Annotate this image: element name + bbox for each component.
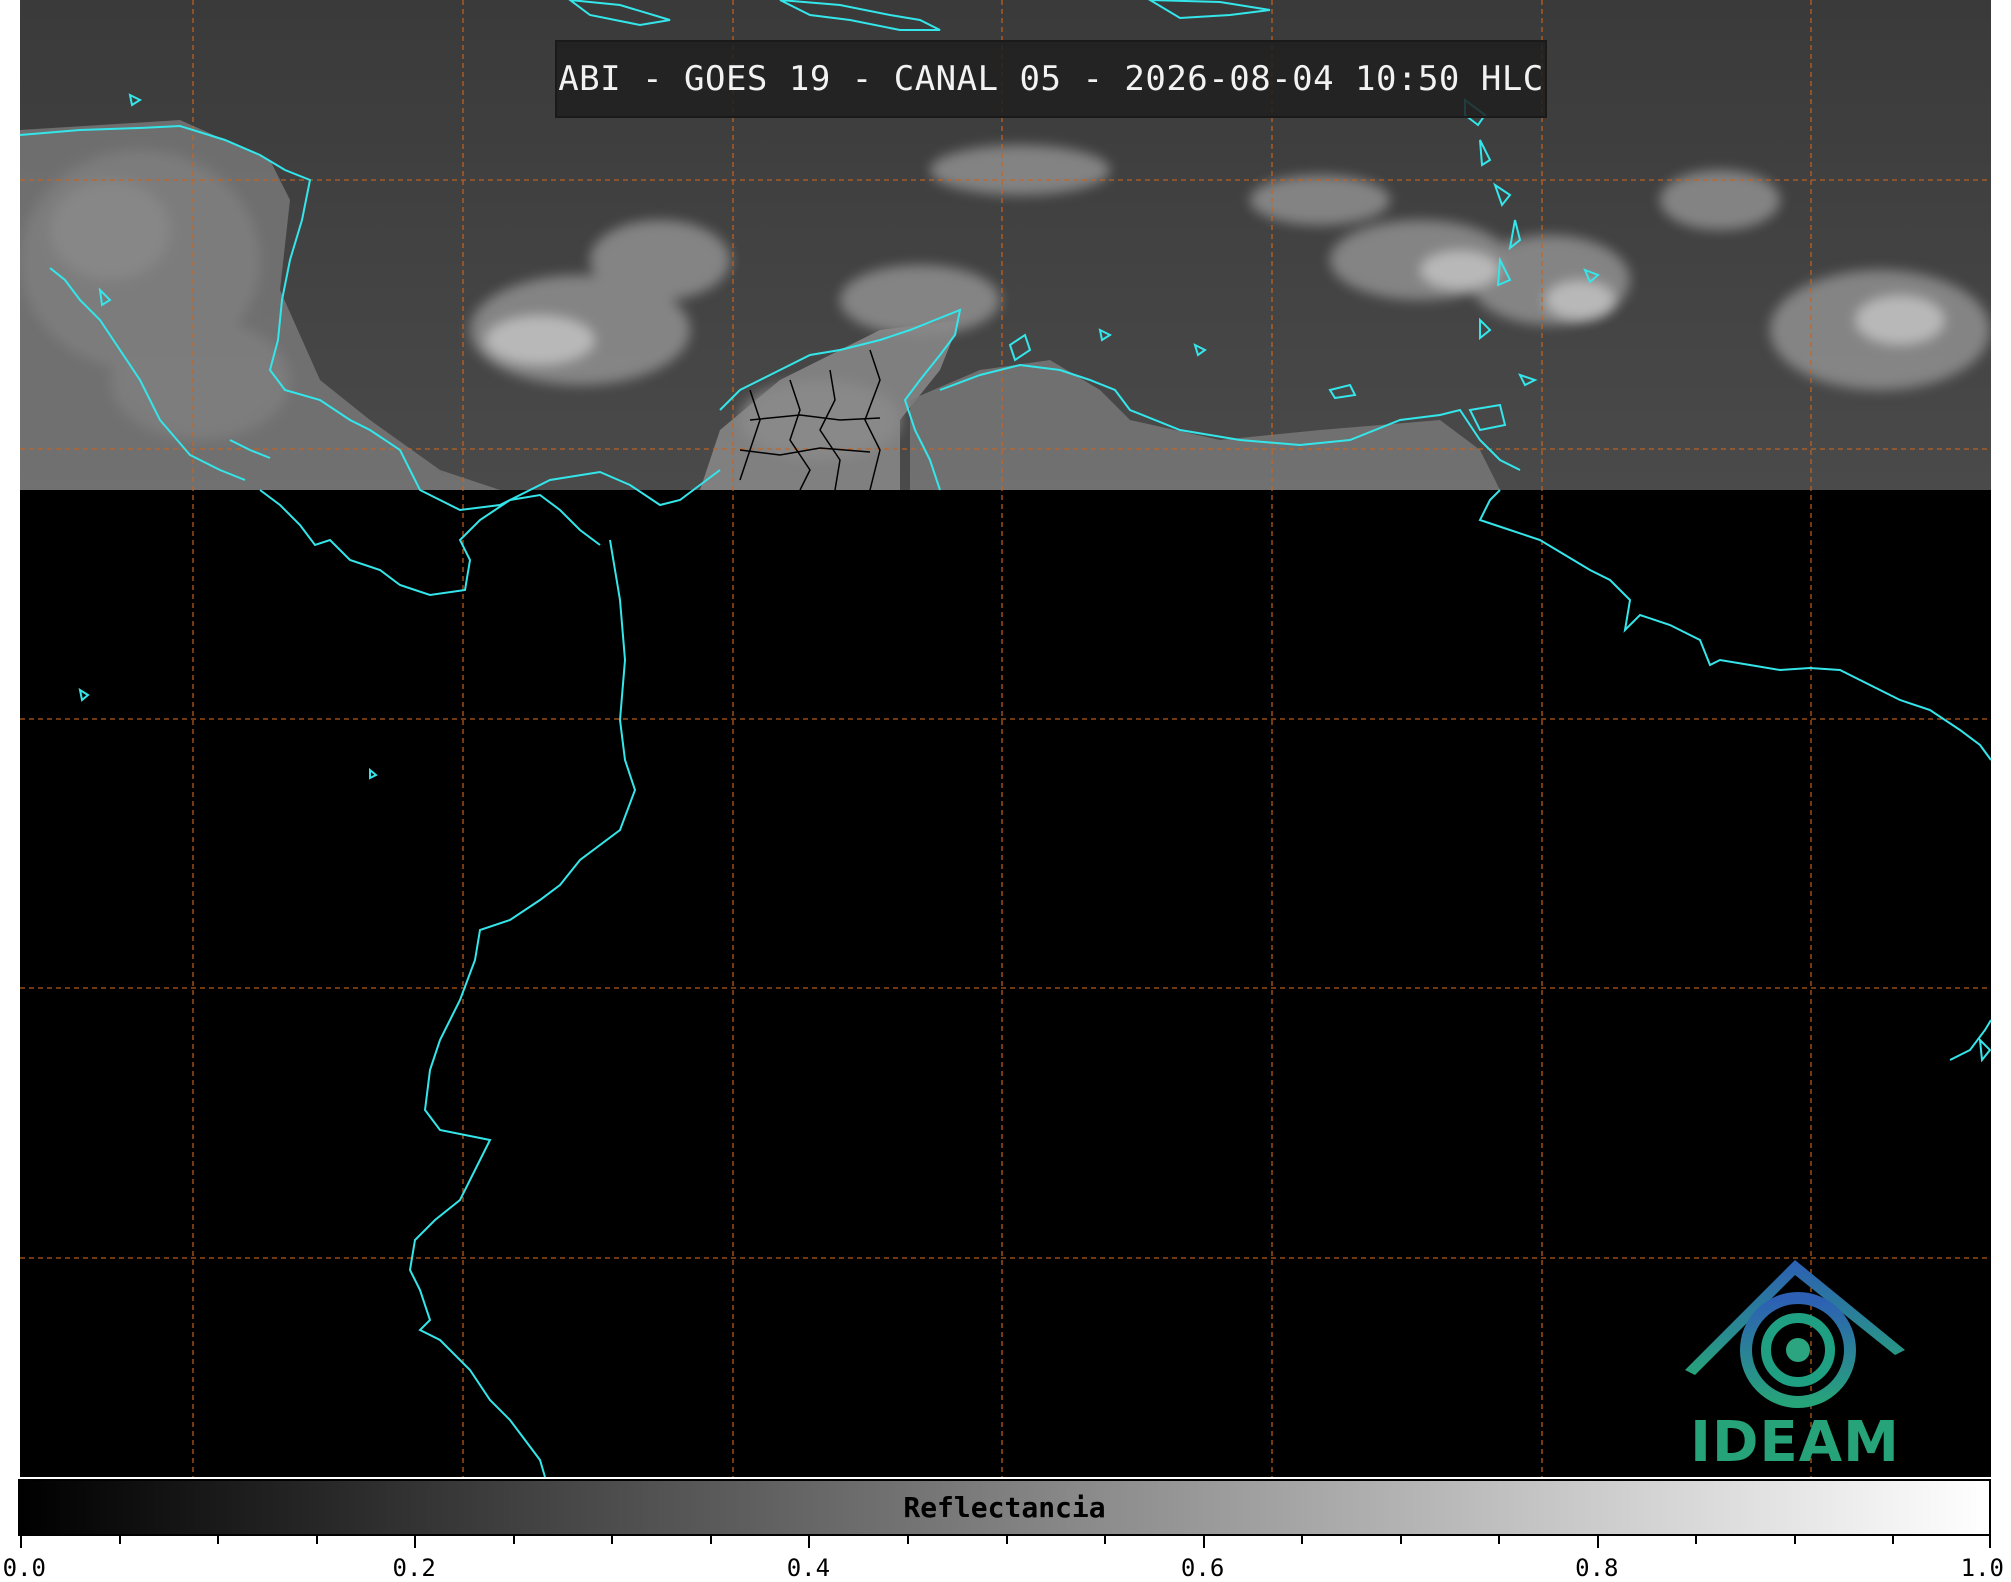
colorbar-minor-tick	[906, 1536, 909, 1544]
colorbar-minor-tick	[1695, 1536, 1698, 1544]
map-title: ABI - GOES 19 - CANAL 05 - 2026-08-04 10…	[555, 40, 1547, 118]
colorbar: Reflectancia	[18, 1479, 1991, 1536]
colorbar-major-tick	[1596, 1536, 1599, 1548]
colorbar-minor-tick	[118, 1536, 121, 1544]
colorbar-minor-tick	[1005, 1536, 1008, 1544]
colorbar-minor-tick	[1892, 1536, 1895, 1544]
colorbar-minor-tick	[315, 1536, 318, 1544]
colorbar-tick-label: 0.2	[392, 1554, 436, 1582]
colorbar-minor-tick	[1301, 1536, 1304, 1544]
ideam-logo-icon	[1685, 1260, 1905, 1408]
colorbar-major-tick	[1989, 1536, 1991, 1548]
colorbar-major-tick	[20, 1536, 22, 1548]
colorbar-tick-label: 0.4	[786, 1554, 831, 1582]
colorbar-minor-tick	[1498, 1536, 1501, 1544]
satellite-map: ABI - GOES 19 - CANAL 05 - 2026-08-04 10…	[20, 0, 1991, 1477]
colorbar-major-tick	[808, 1536, 811, 1548]
colorbar-tick-label: 0.8	[1575, 1554, 1619, 1582]
colorbar-minor-tick	[1104, 1536, 1107, 1544]
colorbar-minor-tick	[1793, 1536, 1796, 1544]
colorbar-tick-label: 1.0	[1960, 1554, 2005, 1582]
colorbar-minor-tick	[1399, 1536, 1402, 1544]
colorbar-major-tick	[1202, 1536, 1205, 1548]
ideam-logo-text: IDEAM	[1690, 1410, 1900, 1475]
colorbar-minor-tick	[611, 1536, 614, 1544]
colorbar-tick-label: 0.6	[1180, 1554, 1225, 1582]
colorbar-tick-label: 0.0	[2, 1554, 47, 1582]
colorbar-major-tick	[414, 1536, 417, 1548]
colorbar-minor-tick	[512, 1536, 515, 1544]
colorbar-minor-tick	[217, 1536, 220, 1544]
colorbar-minor-tick	[709, 1536, 712, 1544]
colorbar-label: Reflectancia	[903, 1491, 1106, 1524]
ideam-logo: IDEAM	[1670, 1255, 1920, 1475]
colorbar-axis: 0.0 0.2 0.4 0.6 0.8 1.0	[3, 1536, 2004, 1582]
